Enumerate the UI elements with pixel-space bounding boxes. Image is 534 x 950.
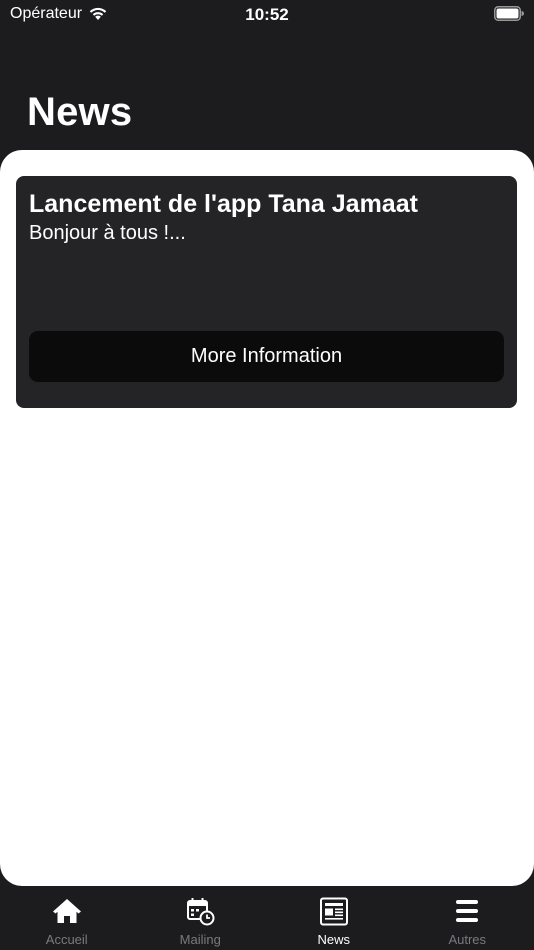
menu-icon [456,900,479,922]
tab-label: News [317,932,350,947]
news-title: Lancement de l'app Tana Jamaat [29,190,418,218]
tab-bar: Accueil Mailing News Autres [0,886,534,950]
tab-news[interactable]: News [267,886,401,950]
more-information-button[interactable]: More Information [29,331,504,382]
battery-icon [494,6,524,21]
clock: 10:52 [245,5,289,24]
news-screen: Opérateur 10:52 News Lancement de l'app … [0,0,534,950]
tab-accueil[interactable]: Accueil [0,886,134,950]
news-card[interactable]: Lancement de l'app Tana Jamaat Bonjour à… [16,176,517,408]
status-bar: Opérateur 10:52 [0,0,534,30]
page-title: News [27,90,133,134]
news-list[interactable]: Lancement de l'app Tana Jamaat Bonjour à… [0,150,534,886]
tab-autres[interactable]: Autres [401,886,534,950]
tab-mailing[interactable]: Mailing [134,886,268,950]
home-icon [52,899,81,923]
news-excerpt: Bonjour à tous !... [29,222,186,244]
tab-label: Autres [448,932,487,947]
tab-label: Accueil [45,932,88,947]
tab-label: Mailing [179,932,221,947]
calendar-clock-icon [187,898,215,926]
newspaper-icon [319,897,348,926]
